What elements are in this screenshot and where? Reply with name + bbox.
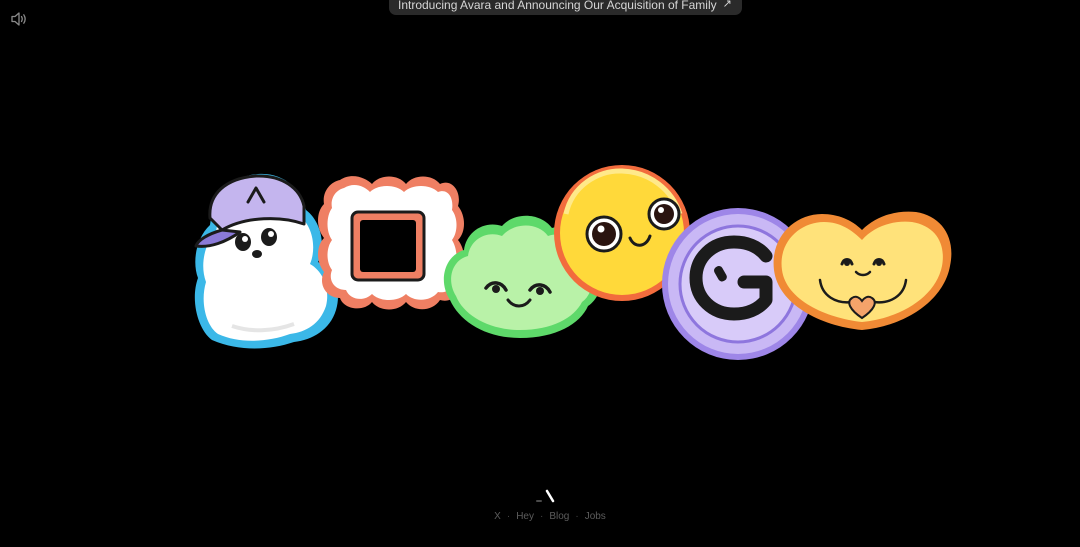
footer-link-blog[interactable]: Blog	[549, 511, 569, 522]
footer-separator: ·	[506, 511, 511, 522]
footer-link-hey[interactable]: Hey	[516, 511, 534, 522]
page: Introducing Avara and Announcing Our Acq…	[0, 0, 1080, 547]
avara-logo-icon[interactable]	[535, 489, 561, 503]
square-frame-sticker-icon[interactable]	[318, 176, 464, 310]
footer-link-x[interactable]: X	[494, 511, 501, 522]
footer-separator: ·	[575, 511, 579, 522]
footer-separator: ·	[539, 511, 544, 522]
ghost-sticker-icon[interactable]	[194, 173, 338, 349]
footer-nav: X · Hey · Blog · Jobs	[0, 511, 1080, 522]
sticker-group	[194, 165, 952, 360]
footer-link-jobs[interactable]: Jobs	[585, 511, 606, 522]
